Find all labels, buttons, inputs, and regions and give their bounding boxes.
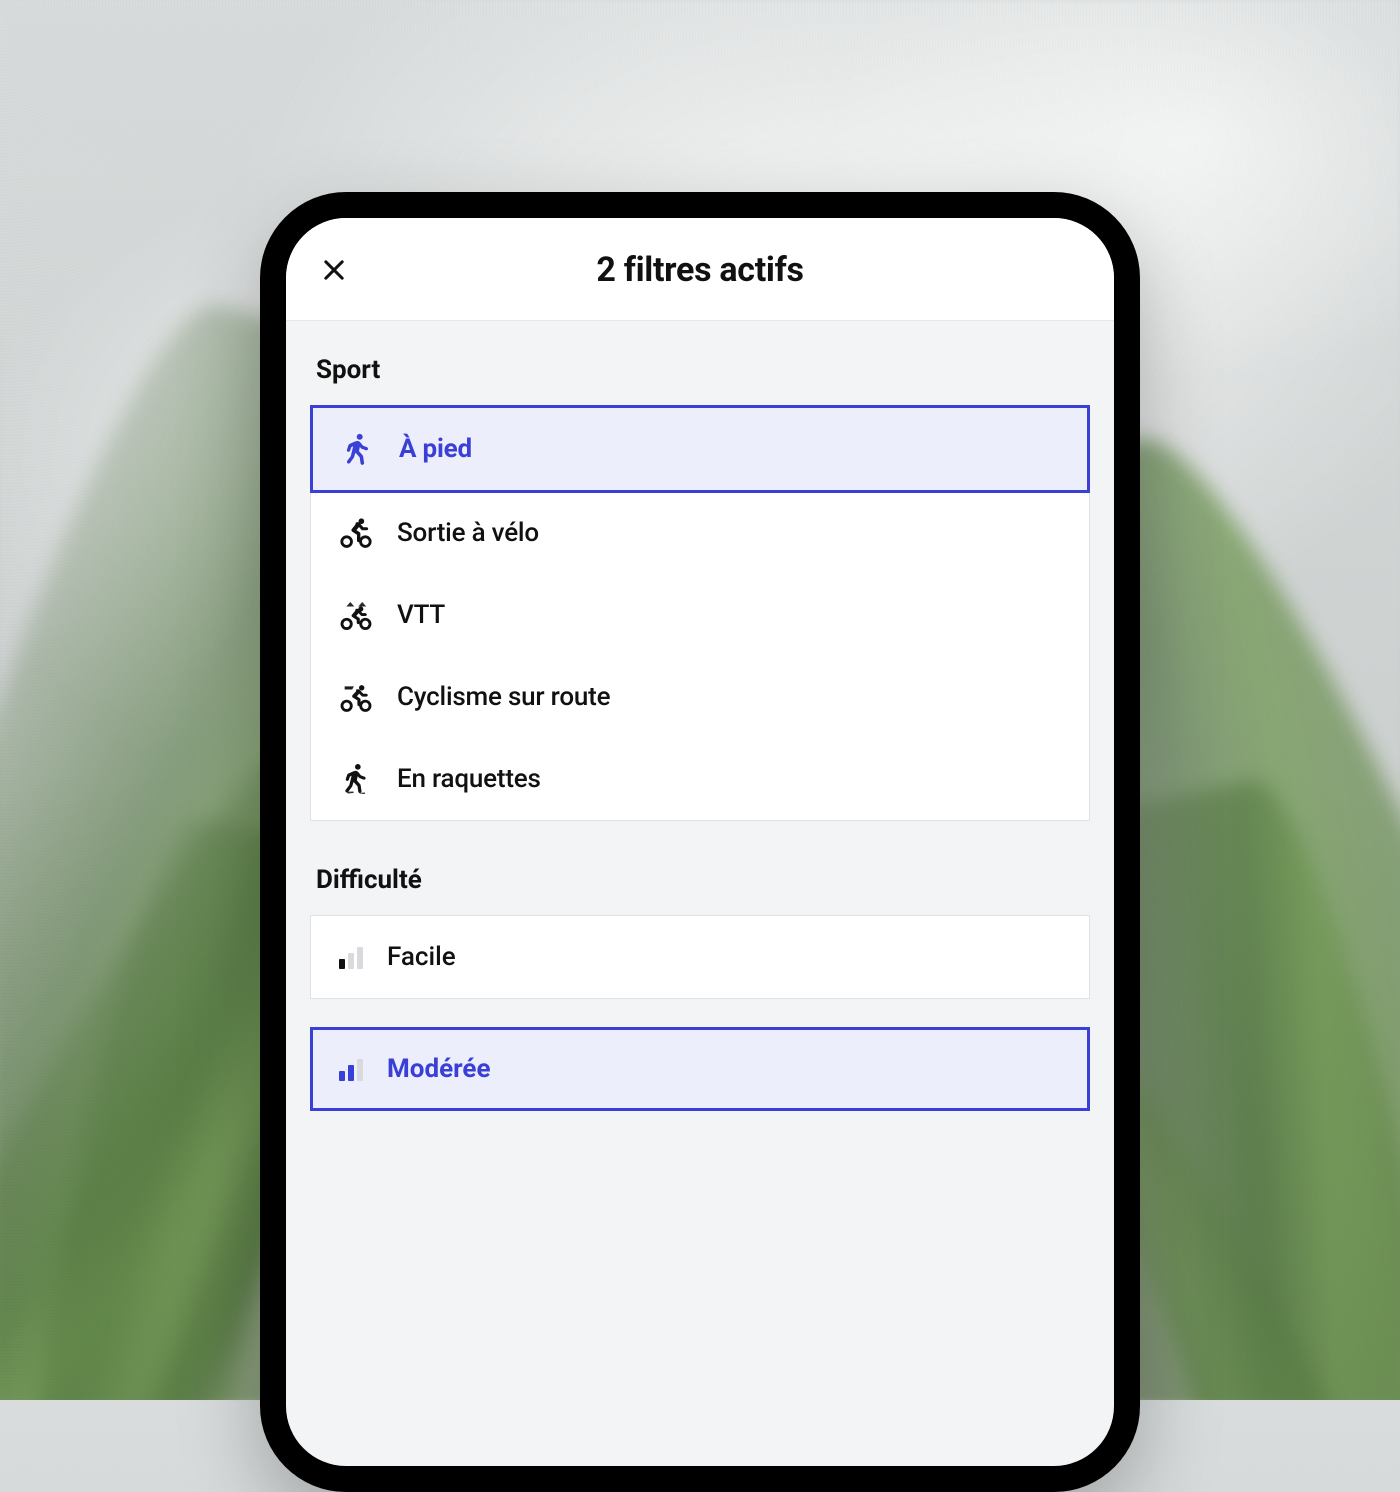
header: 2 filtres actifs [286, 218, 1114, 321]
sport-option-snowshoe[interactable]: En raquettes [311, 738, 1089, 820]
section-label-sport: Sport [316, 355, 1084, 385]
phone-screen: 2 filtres actifs Sport À pied [286, 218, 1114, 1466]
difficulty-option-moderate[interactable]: Modérée [310, 1027, 1090, 1111]
sport-option-walk[interactable]: À pied [310, 405, 1090, 493]
sport-option-label: Cyclisme sur route [397, 682, 610, 712]
difficulty-bars-icon [339, 945, 363, 969]
difficulty-options: Facile Modérée [310, 915, 1090, 1111]
sport-options: À pied Sortie à vélo [310, 405, 1090, 821]
sport-option-label: VTT [397, 600, 445, 630]
road-bike-icon [339, 680, 373, 714]
sport-option-label: En raquettes [397, 764, 541, 794]
page-title: 2 filtres actifs [312, 250, 1088, 290]
filters-content: Sport À pied Sortie à [286, 321, 1114, 1466]
bike-icon [339, 516, 373, 550]
walk-icon [341, 432, 375, 466]
difficulty-option-label: Modérée [387, 1054, 490, 1084]
snowshoe-icon [339, 762, 373, 796]
difficulty-option-label: Facile [387, 942, 456, 972]
mtb-icon [339, 598, 373, 632]
difficulty-bars-icon [339, 1057, 363, 1081]
sport-option-mtb[interactable]: VTT [311, 574, 1089, 656]
sport-option-label: Sortie à vélo [397, 518, 539, 548]
phone-frame: 2 filtres actifs Sport À pied [260, 192, 1140, 1492]
sport-option-label: À pied [399, 434, 472, 464]
difficulty-option-easy[interactable]: Facile [310, 915, 1090, 999]
sport-option-road-cycling[interactable]: Cyclisme sur route [311, 656, 1089, 738]
section-label-difficulty: Difficulté [316, 865, 1084, 895]
sport-option-bike[interactable]: Sortie à vélo [311, 492, 1089, 574]
